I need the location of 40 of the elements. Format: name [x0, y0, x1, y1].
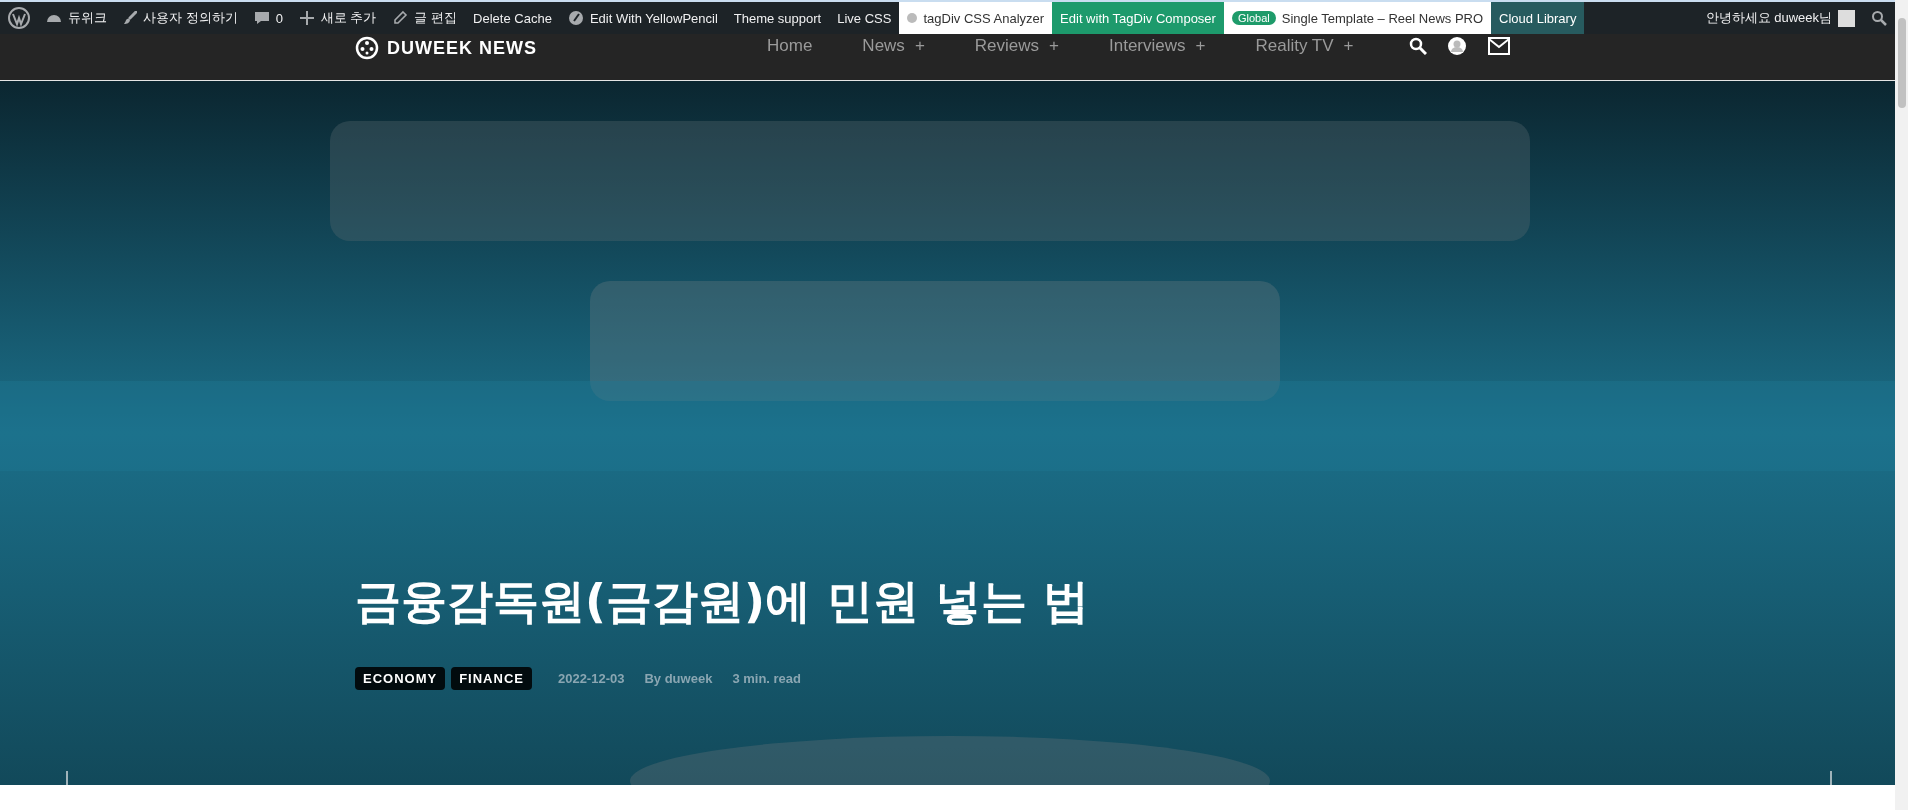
mail-icon[interactable] — [1486, 36, 1511, 56]
search-icon[interactable] — [1408, 37, 1427, 55]
toolbar-item[interactable]: Cloud Library — [1491, 2, 1585, 34]
nav-link[interactable]: Reality TV + — [1255, 36, 1354, 56]
site-logo[interactable]: DUWEEK NEWS — [355, 36, 537, 60]
category-tag[interactable]: ECONOMY — [355, 667, 446, 690]
nav-link[interactable]: Interviews + — [1109, 36, 1206, 56]
global-badge: Global — [1231, 11, 1276, 25]
article-title: 금융감독원(금감원)에 민원 넣는 법 — [355, 573, 1091, 630]
brush-icon — [123, 11, 137, 25]
plus-icon — [298, 10, 315, 26]
toolbar-item[interactable]: 사용자 정의하기 — [115, 2, 246, 34]
toolbar-item[interactable]: Delete Cache — [465, 2, 560, 34]
toolbar-item[interactable]: Global Single Template – Reel News PRO — [1223, 2, 1492, 34]
read-time: 3 min. read — [732, 671, 801, 686]
comment-icon — [253, 10, 270, 26]
toolbar-item[interactable]: Live CSS — [829, 2, 900, 34]
toolbar-item[interactable]: Edit with TagDiv Composer — [1052, 2, 1224, 34]
category-tag[interactable]: FINANCE — [451, 667, 532, 690]
nav-link[interactable]: News + — [862, 36, 925, 56]
dot-icon — [907, 13, 918, 23]
post-date: 2022-12-03 — [557, 671, 625, 686]
toolbar-item[interactable]: 0 — [245, 2, 291, 34]
toolbar-item[interactable]: tagDiv CSS Analyzer — [899, 2, 1053, 34]
user-icon[interactable] — [1446, 36, 1467, 56]
pencil-icon — [392, 10, 409, 26]
search-icon — [1871, 10, 1887, 26]
nav-link[interactable]: Reviews + — [974, 36, 1059, 56]
wordpress-logo-icon[interactable] — [8, 7, 30, 29]
toolbar-item[interactable]: Theme support — [725, 2, 830, 34]
toolbar-item[interactable]: 새로 추가 — [290, 2, 385, 34]
avatar-icon — [1838, 9, 1855, 27]
toolbar-item[interactable]: Edit With YellowPencil — [559, 2, 726, 34]
account-menu[interactable]: 안녕하세요 duweek님 — [1697, 2, 1863, 34]
pencil-logo-icon — [567, 10, 584, 26]
toolbar-item[interactable]: 글 편집 — [384, 2, 466, 34]
film-reel-icon — [355, 36, 379, 60]
scrollbar-thumb[interactable] — [1897, 18, 1906, 108]
toolbar-item[interactable]: 듀위크 — [38, 2, 115, 34]
nav-link[interactable]: Home — [767, 36, 813, 56]
